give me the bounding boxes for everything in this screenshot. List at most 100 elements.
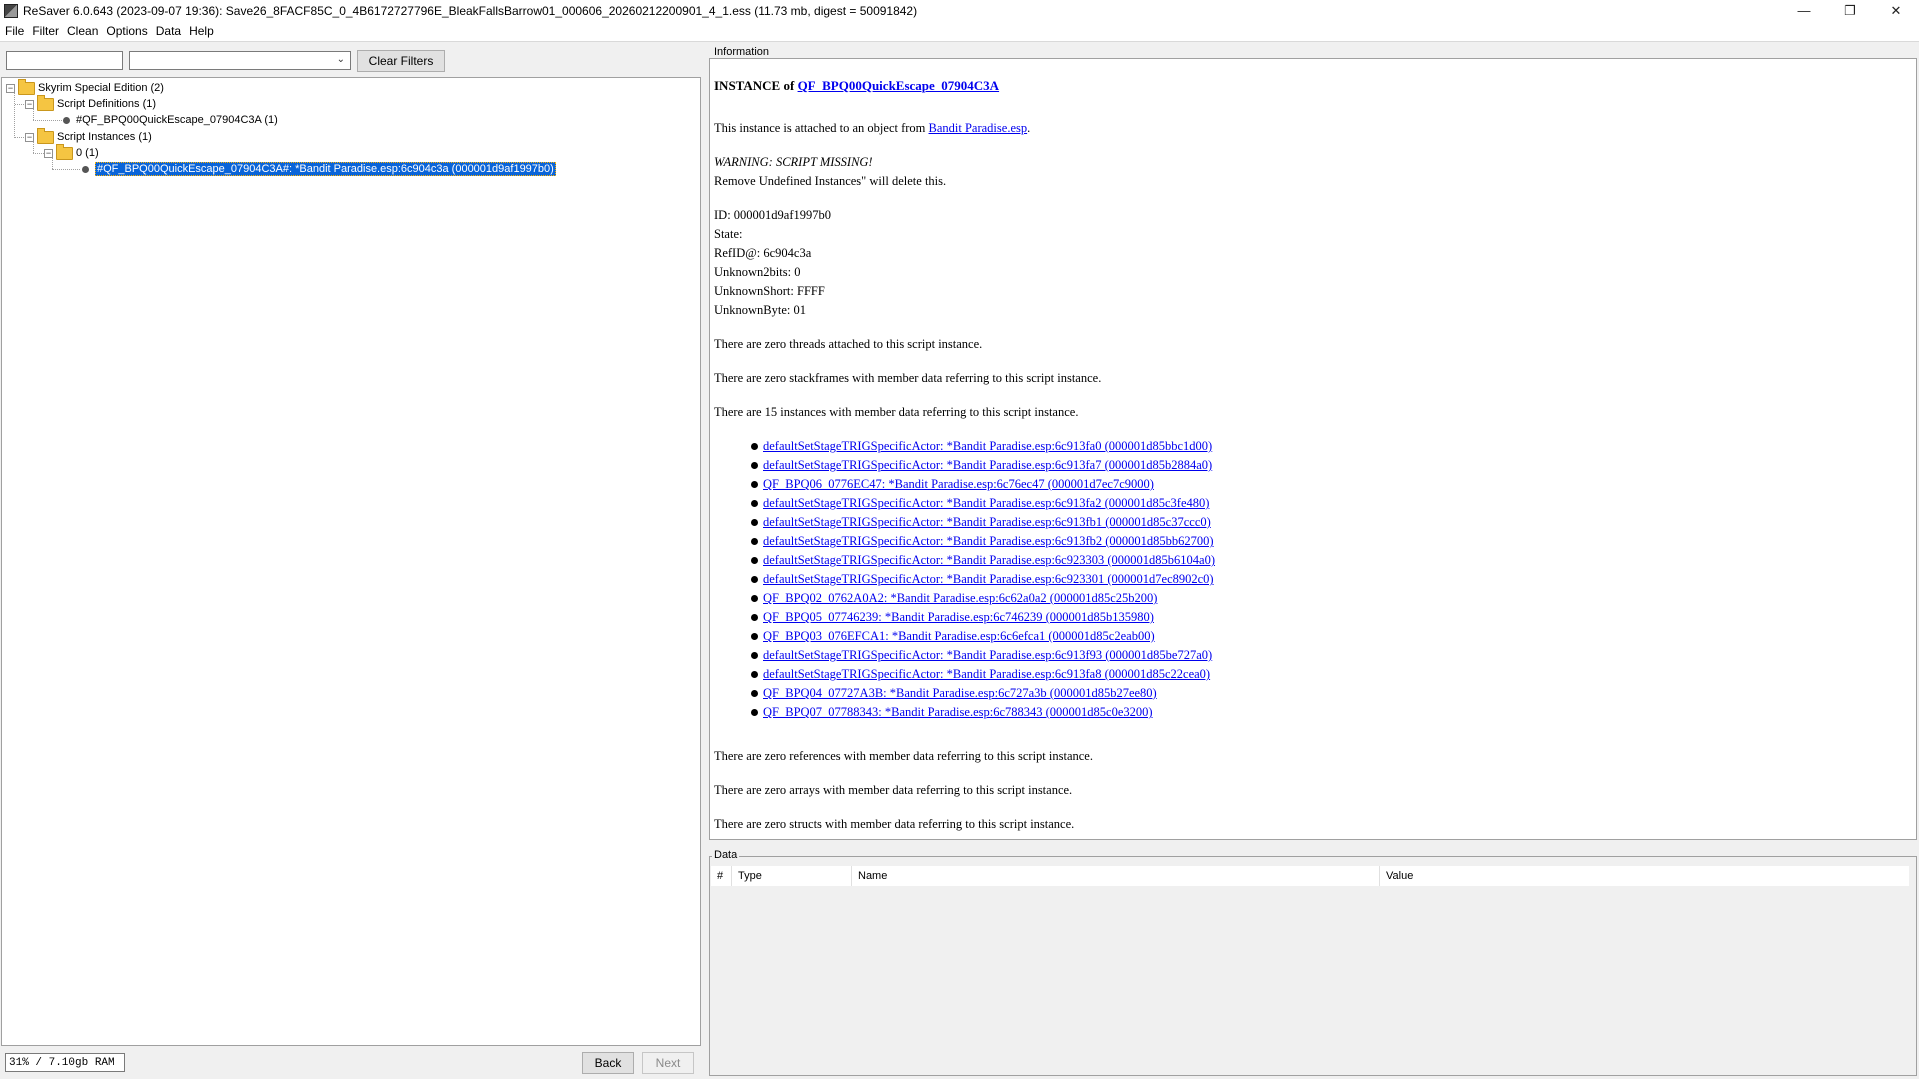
information-group-label: Information [712,46,772,58]
tree-node-selected-instance[interactable]: #QF_BPQ00QuickEscape_07904C3A#: *Bandit … [82,161,556,177]
list-item: defaultSetStageTRIGSpecificActor: *Bandi… [751,667,1210,682]
filter-text-input[interactable] [6,51,123,70]
column-header-value[interactable]: Value [1380,866,1909,886]
bullet-icon [751,538,758,545]
instance-link[interactable]: QF_BPQ03_076EFCA1: *Bandit Paradise.esp:… [763,629,1155,644]
list-item: QF_BPQ03_076EFCA1: *Bandit Paradise.esp:… [751,629,1155,644]
tree-line [14,92,15,138]
menu-bar: File Filter Clean Options Data Help [0,21,1919,42]
instance-link[interactable]: defaultSetStageTRIGSpecificActor: *Bandi… [763,648,1212,663]
tree-line [33,153,44,154]
folder-icon [56,143,73,160]
attached-prefix: This instance is attached to an object f… [714,121,929,135]
tree-node-script-instances[interactable]: − Script Instances (1) [25,127,152,145]
collapse-icon[interactable]: − [25,99,34,109]
list-item: defaultSetStageTRIGSpecificActor: *Bandi… [751,572,1214,587]
tree-node-label: Skyrim Special Edition (2) [38,82,164,94]
bullet-icon [751,652,758,659]
next-button[interactable]: Next [642,1052,694,1074]
list-item: QF_BPQ04_07727A3B: *Bandit Paradise.esp:… [751,686,1157,701]
menu-filter[interactable]: Filter [28,24,63,38]
column-header-name[interactable]: Name [852,866,1380,886]
instance-link[interactable]: QF_BPQ07_07788343: *Bandit Paradise.esp:… [763,705,1153,720]
instance-link[interactable]: defaultSetStageTRIGSpecificActor: *Bandi… [763,572,1214,587]
instances-count-text: There are 15 instances with member data … [714,405,1079,419]
tree-node-label: Script Instances (1) [57,131,152,143]
list-item: defaultSetStageTRIGSpecificActor: *Bandi… [751,648,1212,663]
attached-suffix: . [1027,121,1031,135]
instance-link[interactable]: QF_BPQ05_07746239: *Bandit Paradise.esp:… [763,610,1154,625]
memory-status: 31% / 7.10gb RAM [5,1053,125,1072]
instance-title-prefix: INSTANCE of [714,78,798,93]
instance-link[interactable]: defaultSetStageTRIGSpecificActor: *Bandi… [763,515,1211,530]
tree-node-root[interactable]: − Skyrim Special Edition (2) [6,78,164,96]
window-title: ReSaver 6.0.643 (2023-09-07 19:36): Save… [23,3,918,18]
instance-link[interactable]: defaultSetStageTRIGSpecificActor: *Bandi… [763,534,1214,549]
instance-link[interactable]: QF_BPQ04_07727A3B: *Bandit Paradise.esp:… [763,686,1157,701]
bullet-icon [751,690,758,697]
tree-node-label: #QF_BPQ00QuickEscape_07904C3A (1) [76,114,278,126]
close-button[interactable]: ✕ [1873,0,1919,21]
bullet-icon [751,519,758,526]
script-link[interactable]: QF_BPQ00QuickEscape_07904C3A [798,78,1000,93]
menu-clean[interactable]: Clean [63,24,102,38]
instance-link[interactable]: defaultSetStageTRIGSpecificActor: *Bandi… [763,553,1215,568]
list-item: defaultSetStageTRIGSpecificActor: *Bandi… [751,458,1212,473]
collapse-icon[interactable]: − [44,148,53,158]
bullet-icon [751,709,758,716]
menu-options[interactable]: Options [102,24,151,38]
instance-link[interactable]: defaultSetStageTRIGSpecificActor: *Bandi… [763,458,1212,473]
instance-link[interactable]: defaultSetStageTRIGSpecificActor: *Bandi… [763,667,1210,682]
tree-line [15,104,24,105]
structs-text: There are zero structs with member data … [714,817,1075,831]
tree-node-definition[interactable]: #QF_BPQ00QuickEscape_07904C3A (1) [63,112,278,128]
collapse-icon[interactable]: − [6,83,15,93]
back-button[interactable]: Back [582,1052,634,1074]
instance-link[interactable]: defaultSetStageTRIGSpecificActor: *Bandi… [763,439,1212,454]
folder-icon [18,78,35,95]
maximize-button[interactable]: ❐ [1827,0,1873,21]
arrays-text: There are zero arrays with member data r… [714,783,1073,797]
list-item: defaultSetStageTRIGSpecificActor: *Bandi… [751,553,1215,568]
remove-note: Remove Undefined Instances" will delete … [714,174,947,188]
tree-node-label-selected: #QF_BPQ00QuickEscape_07904C3A#: *Bandit … [95,162,556,176]
bullet-icon [751,595,758,602]
column-header-type[interactable]: Type [732,866,852,886]
field-state: State: [714,227,743,241]
app-icon [4,3,18,18]
instance-link[interactable]: QF_BPQ06_0776EC47: *Bandit Paradise.esp:… [763,477,1154,492]
attached-text: This instance is attached to an object f… [714,121,1030,136]
list-item: defaultSetStageTRIGSpecificActor: *Bandi… [751,534,1214,549]
bullet-icon [751,614,758,621]
bullet-icon [751,443,758,450]
title-bar: ReSaver 6.0.643 (2023-09-07 19:36): Save… [0,0,1919,21]
data-panel [709,856,1917,1076]
stackframes-text: There are zero stackframes with member d… [714,371,1102,385]
bullet-icon [82,165,89,173]
menu-data[interactable]: Data [152,24,185,38]
minimize-button[interactable]: — [1781,0,1827,21]
collapse-icon[interactable]: − [25,132,34,142]
field-unknownshort: UnknownShort: FFFF [714,284,825,298]
tree-node-script-definitions[interactable]: − Script Definitions (1) [25,94,157,112]
instance-link[interactable]: defaultSetStageTRIGSpecificActor: *Bandi… [763,496,1209,511]
field-refid: RefID@: 6c904c3a [714,246,812,260]
tree-node-label: 0 (1) [76,147,99,159]
list-item: QF_BPQ02_0762A0A2: *Bandit Paradise.esp:… [751,591,1157,606]
save-tree[interactable] [1,77,701,1046]
pane-splitter[interactable] [703,43,706,1079]
tree-node-label: Script Definitions (1) [57,98,157,110]
tree-node-instance-group[interactable]: − 0 (1) [44,143,99,161]
instance-link[interactable]: QF_BPQ02_0762A0A2: *Bandit Paradise.esp:… [763,591,1157,606]
menu-file[interactable]: File [0,24,28,38]
list-item: QF_BPQ05_07746239: *Bandit Paradise.esp:… [751,610,1154,625]
filter-mod-select[interactable]: ⌄ [129,51,351,70]
data-group-label: Data [712,849,740,861]
column-header-index[interactable]: # [711,866,732,886]
clear-filters-button[interactable]: Clear Filters [357,50,445,72]
instance-title: INSTANCE of QF_BPQ00QuickEscape_07904C3A [714,78,999,94]
menu-help[interactable]: Help [185,24,218,38]
bullet-icon [751,633,758,640]
plugin-link[interactable]: Bandit Paradise.esp [929,121,1028,135]
tree-line [33,120,62,121]
